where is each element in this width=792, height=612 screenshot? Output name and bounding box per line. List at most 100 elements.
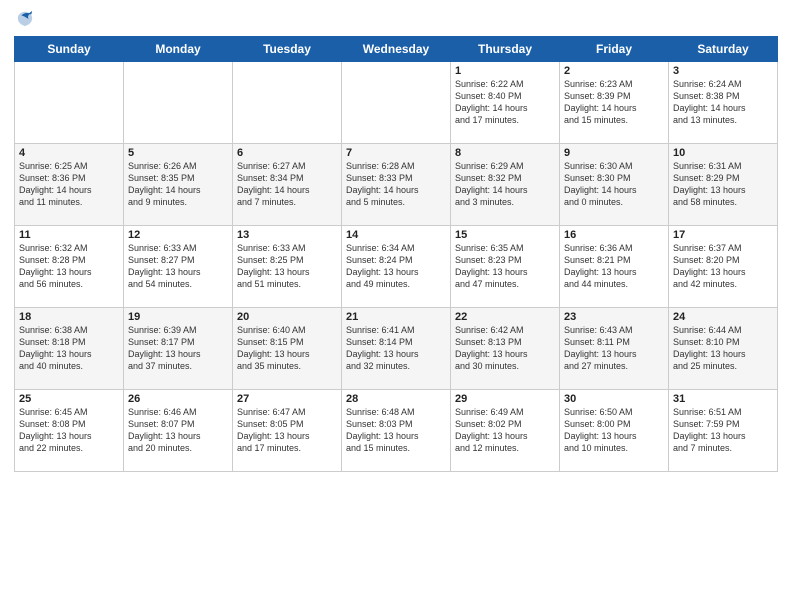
calendar-day-cell: 14Sunrise: 6:34 AM Sunset: 8:24 PM Dayli… — [342, 226, 451, 308]
day-number: 14 — [346, 229, 446, 241]
day-number: 11 — [19, 229, 119, 241]
day-number: 2 — [564, 65, 664, 77]
day-info: Sunrise: 6:33 AM Sunset: 8:27 PM Dayligh… — [128, 242, 228, 291]
day-info: Sunrise: 6:33 AM Sunset: 8:25 PM Dayligh… — [237, 242, 337, 291]
calendar-day-cell: 15Sunrise: 6:35 AM Sunset: 8:23 PM Dayli… — [451, 226, 560, 308]
day-number: 17 — [673, 229, 773, 241]
day-number: 24 — [673, 311, 773, 323]
calendar-table: SundayMondayTuesdayWednesdayThursdayFrid… — [14, 36, 778, 472]
calendar-day-cell — [124, 62, 233, 144]
calendar-day-cell: 17Sunrise: 6:37 AM Sunset: 8:20 PM Dayli… — [669, 226, 778, 308]
day-number: 30 — [564, 393, 664, 405]
day-number: 28 — [346, 393, 446, 405]
calendar-day-header: Monday — [124, 37, 233, 62]
calendar-day-cell: 3Sunrise: 6:24 AM Sunset: 8:38 PM Daylig… — [669, 62, 778, 144]
day-number: 26 — [128, 393, 228, 405]
day-info: Sunrise: 6:41 AM Sunset: 8:14 PM Dayligh… — [346, 324, 446, 373]
calendar-day-cell: 30Sunrise: 6:50 AM Sunset: 8:00 PM Dayli… — [560, 390, 669, 472]
day-info: Sunrise: 6:24 AM Sunset: 8:38 PM Dayligh… — [673, 78, 773, 127]
day-number: 8 — [455, 147, 555, 159]
day-number: 16 — [564, 229, 664, 241]
logo-bird-icon — [16, 10, 34, 28]
day-number: 19 — [128, 311, 228, 323]
calendar-day-cell — [15, 62, 124, 144]
calendar-header-row: SundayMondayTuesdayWednesdayThursdayFrid… — [15, 37, 778, 62]
calendar-day-cell: 25Sunrise: 6:45 AM Sunset: 8:08 PM Dayli… — [15, 390, 124, 472]
calendar-day-cell: 28Sunrise: 6:48 AM Sunset: 8:03 PM Dayli… — [342, 390, 451, 472]
header — [14, 10, 778, 28]
calendar-day-cell: 16Sunrise: 6:36 AM Sunset: 8:21 PM Dayli… — [560, 226, 669, 308]
calendar-day-cell: 13Sunrise: 6:33 AM Sunset: 8:25 PM Dayli… — [233, 226, 342, 308]
day-number: 4 — [19, 147, 119, 159]
day-number: 3 — [673, 65, 773, 77]
calendar-day-cell: 7Sunrise: 6:28 AM Sunset: 8:33 PM Daylig… — [342, 144, 451, 226]
calendar-day-cell: 24Sunrise: 6:44 AM Sunset: 8:10 PM Dayli… — [669, 308, 778, 390]
day-info: Sunrise: 6:51 AM Sunset: 7:59 PM Dayligh… — [673, 406, 773, 455]
calendar-day-header: Tuesday — [233, 37, 342, 62]
day-info: Sunrise: 6:29 AM Sunset: 8:32 PM Dayligh… — [455, 160, 555, 209]
calendar-day-header: Wednesday — [342, 37, 451, 62]
calendar-day-cell: 1Sunrise: 6:22 AM Sunset: 8:40 PM Daylig… — [451, 62, 560, 144]
calendar-day-cell: 29Sunrise: 6:49 AM Sunset: 8:02 PM Dayli… — [451, 390, 560, 472]
day-info: Sunrise: 6:34 AM Sunset: 8:24 PM Dayligh… — [346, 242, 446, 291]
day-info: Sunrise: 6:50 AM Sunset: 8:00 PM Dayligh… — [564, 406, 664, 455]
day-number: 25 — [19, 393, 119, 405]
day-info: Sunrise: 6:27 AM Sunset: 8:34 PM Dayligh… — [237, 160, 337, 209]
day-number: 7 — [346, 147, 446, 159]
day-number: 23 — [564, 311, 664, 323]
day-number: 22 — [455, 311, 555, 323]
day-info: Sunrise: 6:43 AM Sunset: 8:11 PM Dayligh… — [564, 324, 664, 373]
calendar-day-cell: 21Sunrise: 6:41 AM Sunset: 8:14 PM Dayli… — [342, 308, 451, 390]
day-number: 10 — [673, 147, 773, 159]
calendar-week-row: 4Sunrise: 6:25 AM Sunset: 8:36 PM Daylig… — [15, 144, 778, 226]
calendar-day-cell: 2Sunrise: 6:23 AM Sunset: 8:39 PM Daylig… — [560, 62, 669, 144]
day-info: Sunrise: 6:25 AM Sunset: 8:36 PM Dayligh… — [19, 160, 119, 209]
calendar-day-header: Friday — [560, 37, 669, 62]
calendar-day-header: Sunday — [15, 37, 124, 62]
calendar-day-cell: 18Sunrise: 6:38 AM Sunset: 8:18 PM Dayli… — [15, 308, 124, 390]
day-number: 27 — [237, 393, 337, 405]
day-info: Sunrise: 6:23 AM Sunset: 8:39 PM Dayligh… — [564, 78, 664, 127]
day-info: Sunrise: 6:28 AM Sunset: 8:33 PM Dayligh… — [346, 160, 446, 209]
calendar-day-cell: 12Sunrise: 6:33 AM Sunset: 8:27 PM Dayli… — [124, 226, 233, 308]
calendar-day-cell — [342, 62, 451, 144]
calendar-week-row: 1Sunrise: 6:22 AM Sunset: 8:40 PM Daylig… — [15, 62, 778, 144]
calendar-day-cell: 27Sunrise: 6:47 AM Sunset: 8:05 PM Dayli… — [233, 390, 342, 472]
day-number: 31 — [673, 393, 773, 405]
day-info: Sunrise: 6:22 AM Sunset: 8:40 PM Dayligh… — [455, 78, 555, 127]
day-number: 5 — [128, 147, 228, 159]
day-info: Sunrise: 6:45 AM Sunset: 8:08 PM Dayligh… — [19, 406, 119, 455]
calendar-day-cell: 23Sunrise: 6:43 AM Sunset: 8:11 PM Dayli… — [560, 308, 669, 390]
day-number: 18 — [19, 311, 119, 323]
calendar-day-cell: 10Sunrise: 6:31 AM Sunset: 8:29 PM Dayli… — [669, 144, 778, 226]
calendar-week-row: 25Sunrise: 6:45 AM Sunset: 8:08 PM Dayli… — [15, 390, 778, 472]
calendar-day-cell: 5Sunrise: 6:26 AM Sunset: 8:35 PM Daylig… — [124, 144, 233, 226]
calendar-day-cell: 20Sunrise: 6:40 AM Sunset: 8:15 PM Dayli… — [233, 308, 342, 390]
day-info: Sunrise: 6:32 AM Sunset: 8:28 PM Dayligh… — [19, 242, 119, 291]
day-info: Sunrise: 6:40 AM Sunset: 8:15 PM Dayligh… — [237, 324, 337, 373]
day-number: 12 — [128, 229, 228, 241]
day-number: 6 — [237, 147, 337, 159]
calendar-day-cell: 8Sunrise: 6:29 AM Sunset: 8:32 PM Daylig… — [451, 144, 560, 226]
logo — [14, 10, 34, 28]
day-number: 15 — [455, 229, 555, 241]
day-number: 21 — [346, 311, 446, 323]
calendar-week-row: 11Sunrise: 6:32 AM Sunset: 8:28 PM Dayli… — [15, 226, 778, 308]
day-info: Sunrise: 6:26 AM Sunset: 8:35 PM Dayligh… — [128, 160, 228, 209]
calendar-day-cell — [233, 62, 342, 144]
calendar-day-cell: 19Sunrise: 6:39 AM Sunset: 8:17 PM Dayli… — [124, 308, 233, 390]
day-info: Sunrise: 6:44 AM Sunset: 8:10 PM Dayligh… — [673, 324, 773, 373]
day-info: Sunrise: 6:46 AM Sunset: 8:07 PM Dayligh… — [128, 406, 228, 455]
calendar-day-cell: 11Sunrise: 6:32 AM Sunset: 8:28 PM Dayli… — [15, 226, 124, 308]
day-info: Sunrise: 6:49 AM Sunset: 8:02 PM Dayligh… — [455, 406, 555, 455]
day-info: Sunrise: 6:36 AM Sunset: 8:21 PM Dayligh… — [564, 242, 664, 291]
day-info: Sunrise: 6:35 AM Sunset: 8:23 PM Dayligh… — [455, 242, 555, 291]
day-info: Sunrise: 6:31 AM Sunset: 8:29 PM Dayligh… — [673, 160, 773, 209]
day-number: 1 — [455, 65, 555, 77]
calendar-day-header: Thursday — [451, 37, 560, 62]
calendar-day-cell: 9Sunrise: 6:30 AM Sunset: 8:30 PM Daylig… — [560, 144, 669, 226]
day-info: Sunrise: 6:30 AM Sunset: 8:30 PM Dayligh… — [564, 160, 664, 209]
calendar-day-cell: 6Sunrise: 6:27 AM Sunset: 8:34 PM Daylig… — [233, 144, 342, 226]
page-container: SundayMondayTuesdayWednesdayThursdayFrid… — [0, 0, 792, 612]
day-info: Sunrise: 6:38 AM Sunset: 8:18 PM Dayligh… — [19, 324, 119, 373]
